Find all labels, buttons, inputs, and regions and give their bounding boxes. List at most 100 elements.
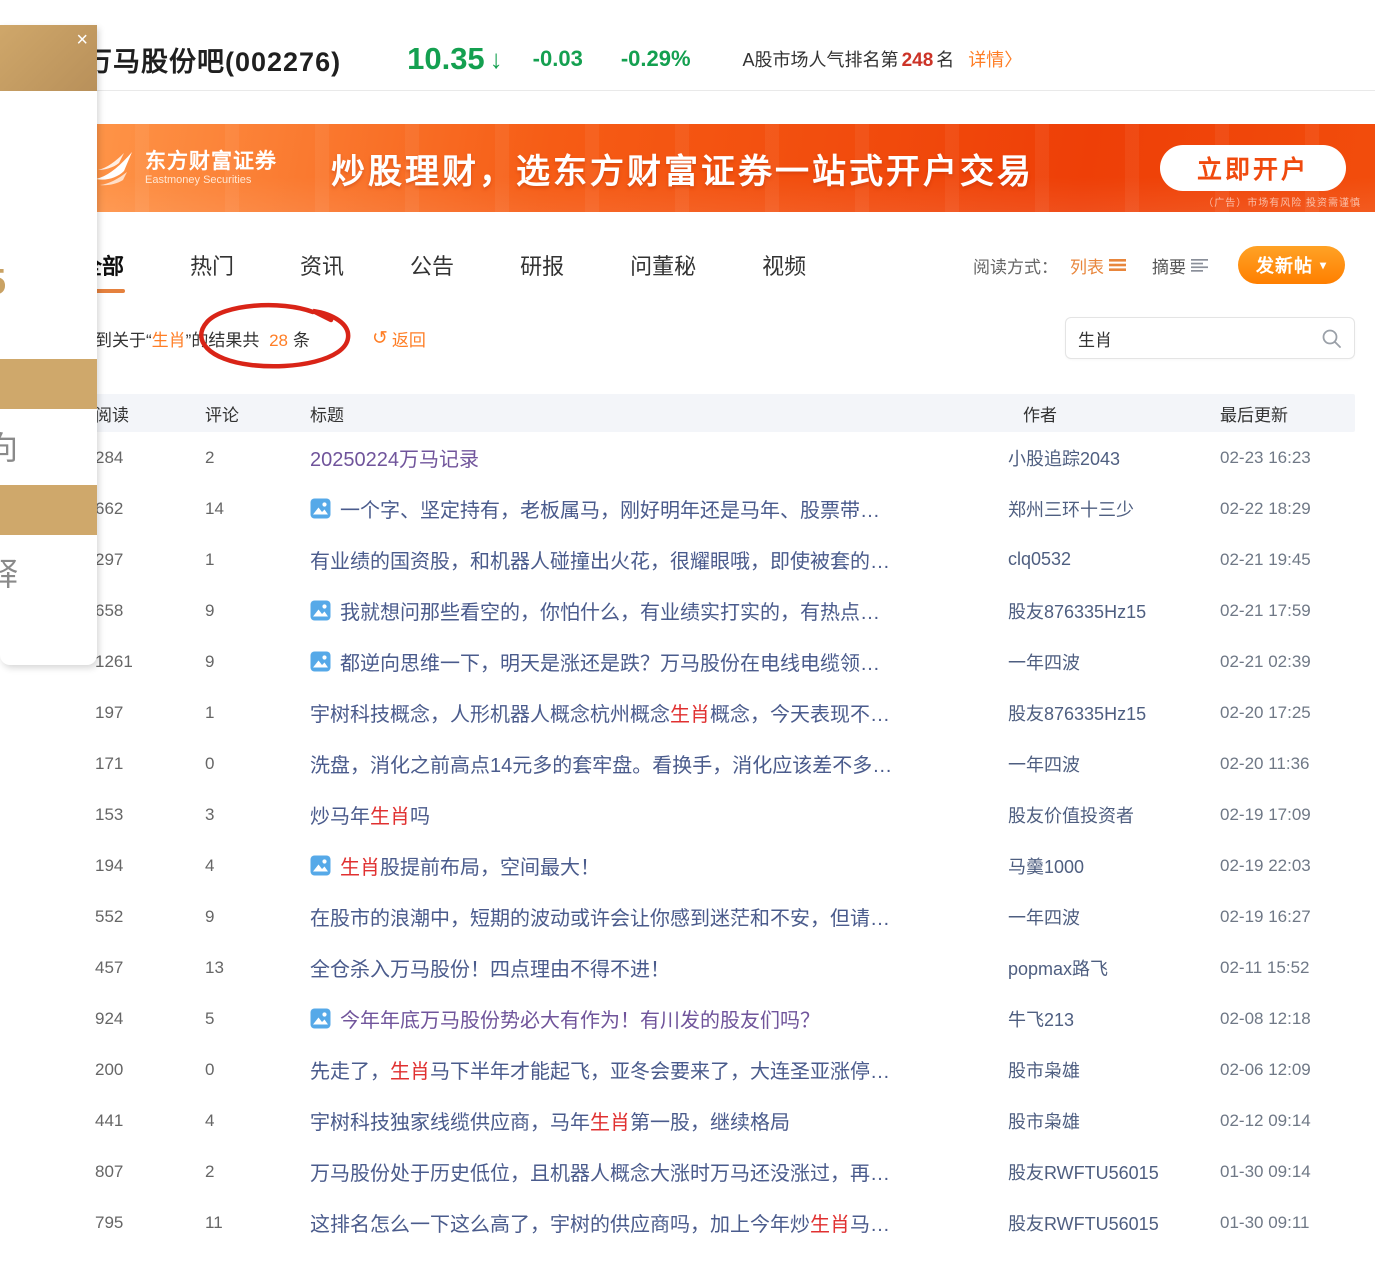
read-count: 552 [68,907,205,927]
popularity-rank: A股市场人气排名第248名 [743,46,955,72]
author-link[interactable]: 郑州三环十三少 [1008,496,1220,522]
title-cell: 20250224万马记录 [310,443,1008,472]
post-title-link[interactable]: 万马股份处于历史低位，且机器人概念大涨时万马还没涨过，再… [310,1157,890,1186]
tabs-row: 全部 热门 资讯 公告 研报 问董秘 视频 阅读方式： 列表 摘要 发新帖▾ [45,236,1375,294]
left-widget-band [0,485,97,535]
comment-count: 9 [205,652,310,672]
rank-number: 248 [902,50,934,71]
read-count: 807 [68,1162,205,1182]
col-header-author: 作者 [1008,401,1220,426]
author-link[interactable]: 股友价值投资者 [1008,802,1220,828]
post-title-link[interactable]: 先走了，生肖马下半年才能起飞，亚冬会要来了，大连圣亚涨停… [310,1055,890,1084]
price-change: -0.03 [533,46,583,72]
last-update: 02-23 16:23 [1220,448,1355,468]
table-row: 457 13 全仓杀入万马股份！四点理由不得不进！ popmax路飞 02-11… [68,942,1355,993]
post-title-link[interactable]: 都逆向思维一下，明天是涨还是跌？万马股份在电线电缆领… [340,647,880,676]
ad-banner[interactable]: 东方财富证券 Eastmoney Securities 炒股理财，选东方财富证券… [45,124,1375,212]
tab-ask-secretary[interactable]: 问董秘 [628,235,698,295]
list-view-icon [1109,258,1126,272]
chevron-down-icon: ▾ [1320,258,1327,272]
read-count: 197 [68,703,205,723]
eastmoney-swoosh-icon [91,145,137,191]
post-title-link[interactable]: 20250224万马记录 [310,443,479,472]
last-update: 02-22 18:29 [1220,499,1355,519]
post-title-link[interactable]: 炒马年生肖吗 [310,800,430,829]
table-row: 441 4 宇树科技独家线缆供应商，马年生肖第一股，继续格局 股市枭雄 02-1… [68,1095,1355,1146]
tab-research[interactable]: 研报 [518,235,566,295]
search-result-text: 找到关于“生肖”的结果共 28条 [78,326,310,351]
author-link[interactable]: 股市枭雄 [1008,1108,1220,1134]
title-cell: 有业绩的国资股，和机器人碰撞出火花，很耀眼哦，即使被套的… [310,545,1008,574]
tab-video[interactable]: 视频 [760,235,808,295]
table-row: 658 9 我就想问那些看空的，你怕什么，有业绩实打实的，有热点… 股友8763… [68,585,1355,636]
read-count: 441 [68,1111,205,1131]
left-floating-widget: × 5 向 释 [0,25,97,665]
read-count: 194 [68,856,205,876]
post-title-link[interactable]: 这排名怎么一下这么高了，宇树的供应商吗，加上今年炒生肖马… [310,1208,890,1237]
table-row: 552 9 在股市的浪潮中，短期的波动或许会让你感到迷茫和不安，但请… 一年四波… [68,891,1355,942]
post-title-link[interactable]: 我就想问那些看空的，你怕什么，有业绩实打实的，有热点… [340,596,880,625]
close-icon[interactable]: × [76,30,88,50]
author-link[interactable]: 股友RWFTU56015 [1008,1210,1220,1236]
last-update: 01-30 09:14 [1220,1162,1355,1182]
tab-hot[interactable]: 热门 [188,235,236,295]
author-link[interactable]: 小股追踪2043 [1008,445,1220,471]
left-widget-header: × [0,25,97,91]
table-row: 662 14 一个字、坚定持有，老板属马，刚好明年还是马年、股票带… 郑州三环十… [68,483,1355,534]
author-link[interactable]: 股市枭雄 [1008,1057,1220,1083]
stock-header: 万马股份吧(002276) 10.35 ↓ -0.03 -0.29% A股市场人… [45,28,1375,90]
post-title-link[interactable]: 在股市的浪潮中，短期的波动或许会让你感到迷茫和不安，但请… [310,902,890,931]
author-link[interactable]: 股友RWFTU56015 [1008,1159,1220,1185]
author-link[interactable]: popmax路飞 [1008,955,1220,981]
author-link[interactable]: 股友876335Hz15 [1008,598,1220,624]
post-title-link[interactable]: 洗盘，消化之前高点14元多的套牢盘。看换手，消化应该差不多… [310,749,892,778]
title-cell: 生肖股提前布局，空间最大！ [310,851,1008,880]
digest-view-icon [1191,258,1208,272]
table-row: 924 5 今年年底万马股份势必大有作为！有川发的股友们吗？ 牛飞213 02-… [68,993,1355,1044]
tab-news[interactable]: 资讯 [298,235,346,295]
post-title-link[interactable]: 有业绩的国资股，和机器人碰撞出火花，很耀眼哦，即使被套的… [310,545,890,574]
price-down-arrow-icon: ↓ [490,44,503,75]
comment-count: 3 [205,805,310,825]
table-row: 200 0 先走了，生肖马下半年才能起飞，亚冬会要来了，大连圣亚涨停… 股市枭雄… [68,1044,1355,1095]
stock-price: 10.35 [407,41,485,77]
search-input[interactable] [1078,328,1321,348]
last-update: 02-08 12:18 [1220,1009,1355,1029]
last-update: 02-20 11:36 [1220,754,1355,774]
rank-detail-link[interactable]: 详情〉 [968,46,1022,72]
table-row: 795 11 这排名怎么一下这么高了，宇树的供应商吗，加上今年炒生肖马… 股友R… [68,1197,1355,1248]
author-link[interactable]: 一年四波 [1008,904,1220,930]
title-cell: 一个字、坚定持有，老板属马，刚好明年还是马年、股票带… [310,494,1008,523]
search-icon[interactable] [1321,328,1342,349]
post-title-link[interactable]: 宇树科技独家线缆供应商，马年生肖第一股，继续格局 [310,1106,790,1135]
post-title-link[interactable]: 全仓杀入万马股份！四点理由不得不进！ [310,953,670,982]
post-title-link[interactable]: 今年年底万马股份势必大有作为！有川发的股友们吗？ [340,1004,820,1033]
comment-count: 4 [205,1111,310,1131]
author-link[interactable]: 股友876335Hz15 [1008,700,1220,726]
left-widget-fragment: 5 [0,261,97,303]
tab-announcements[interactable]: 公告 [408,235,456,295]
return-link[interactable]: ↺ 返回 [372,326,426,351]
last-update: 02-21 02:39 [1220,652,1355,672]
return-arrow-icon: ↺ [372,327,388,350]
post-title-link[interactable]: 宇树科技概念，人形机器人概念杭州概念生肖概念，今天表现不… [310,698,890,727]
author-link[interactable]: 马羹1000 [1008,853,1220,879]
author-link[interactable]: clq0532 [1008,549,1220,570]
mode-digest-button[interactable]: 摘要 [1152,253,1208,278]
new-post-button[interactable]: 发新帖▾ [1238,246,1345,284]
mode-list-button[interactable]: 列表 [1070,253,1126,278]
post-title-link[interactable]: 一个字、坚定持有，老板属马，刚好明年还是马年、股票带… [340,494,880,523]
post-title-link[interactable]: 生肖股提前布局，空间最大！ [340,851,600,880]
last-update: 01-30 09:11 [1220,1213,1355,1233]
title-cell: 万马股份处于历史低位，且机器人概念大涨时万马还没涨过，再… [310,1157,1008,1186]
table-row: 197 1 宇树科技概念，人形机器人概念杭州概念生肖概念，今天表现不… 股友87… [68,687,1355,738]
image-icon [310,855,331,876]
read-count: 795 [68,1213,205,1233]
comment-count: 14 [205,499,310,519]
author-link[interactable]: 一年四波 [1008,751,1220,777]
author-link[interactable]: 牛飞213 [1008,1006,1220,1032]
comment-count: 9 [205,601,310,621]
author-link[interactable]: 一年四波 [1008,649,1220,675]
open-account-button[interactable]: 立即开户 [1160,145,1346,191]
comment-count: 1 [205,703,310,723]
